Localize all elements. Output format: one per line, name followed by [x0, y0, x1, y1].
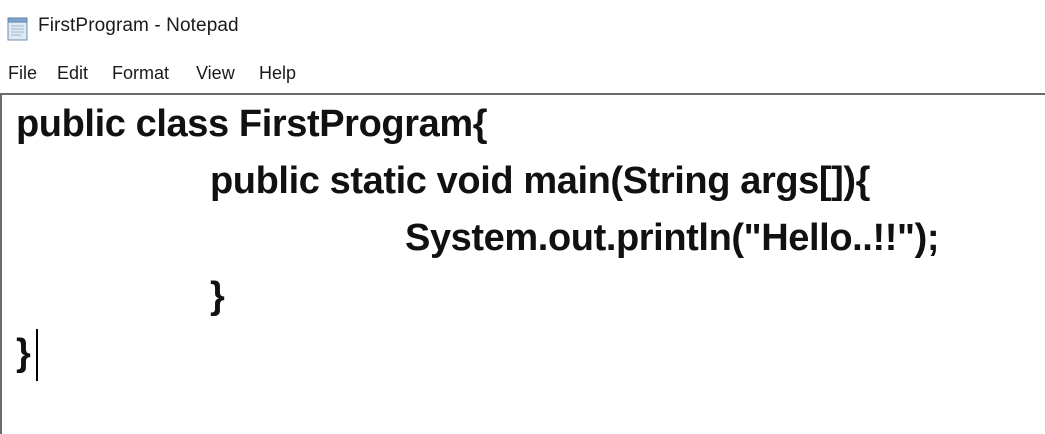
menu-view[interactable]: View	[196, 63, 235, 84]
menu-format[interactable]: Format	[112, 63, 169, 84]
code-line-3: System.out.println("Hello..!!");	[405, 217, 940, 259]
window-title: FirstProgram - Notepad	[38, 15, 239, 36]
code-line-4: }	[210, 275, 225, 317]
text-caret	[36, 329, 38, 381]
notepad-icon	[7, 17, 28, 41]
text-editor-area[interactable]: public class FirstProgram{ public static…	[0, 93, 1045, 434]
notepad-window: FirstProgram - Notepad File Edit Format …	[0, 0, 1045, 434]
menu-help[interactable]: Help	[259, 63, 296, 84]
title-bar[interactable]: FirstProgram - Notepad	[0, 0, 1045, 56]
menu-file[interactable]: File	[8, 63, 37, 84]
code-line-5: }	[16, 332, 31, 374]
menu-bar: File Edit Format View Help	[0, 56, 1045, 92]
code-line-2: public static void main(String args[]){	[210, 160, 871, 202]
code-line-1: public class FirstProgram{	[16, 103, 488, 145]
menu-edit[interactable]: Edit	[57, 63, 88, 84]
